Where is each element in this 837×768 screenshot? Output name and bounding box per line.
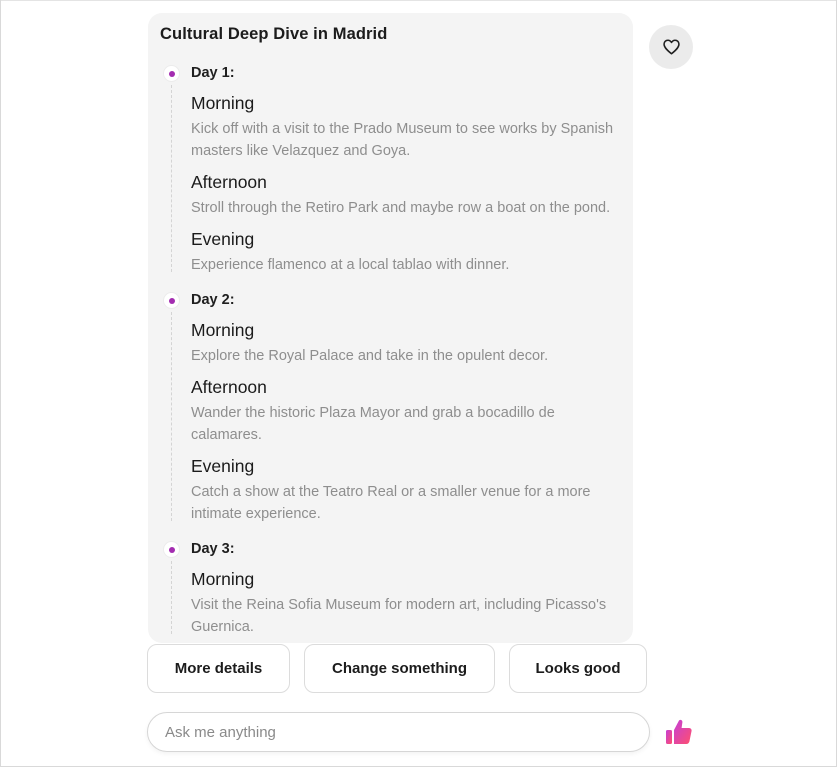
thumbs-up-button[interactable] [664,717,694,747]
timeline-dot-icon [164,293,179,308]
slot-title: Afternoon [191,377,267,397]
itinerary-card: Cultural Deep Dive in Madrid Day 1: Morn… [148,13,633,643]
favorite-button[interactable] [649,25,693,69]
thumbs-up-icon [666,719,692,744]
time-slot: Evening Experience flamenco at a local t… [191,227,621,276]
day-item: Day 1: Morning Kick off with a visit to … [148,63,633,276]
time-slot: Evening Catch a show at the Teatro Real … [191,454,621,525]
timeline-line [171,561,172,634]
slot-description: Explore the Royal Palace and take in the… [191,348,549,364]
time-slot: Morning Explore the Royal Palace and tak… [191,318,621,367]
time-slot: Morning Visit the Reina Sofia Museum for… [191,567,621,638]
day-label: Day 1: [191,65,235,81]
slot-title: Afternoon [191,172,267,192]
time-slot: Afternoon Wander the historic Plaza Mayo… [191,375,621,446]
slot-description: Visit the Reina Sofia Museum for modern … [191,597,607,635]
timeline-line [171,85,172,272]
itinerary-title: Cultural Deep Dive in Madrid [160,25,388,43]
timeline-dot-icon [164,542,179,557]
looks-good-button[interactable]: Looks good [509,644,647,693]
day-item: Day 3: Morning Visit the Reina Sofia Mus… [148,539,633,638]
timeline-line [171,312,172,521]
slot-description: Wander the historic Plaza Mayor and grab… [191,405,555,443]
slot-description: Stroll through the Retiro Park and maybe… [191,200,611,216]
timeline-dot-icon [164,66,179,81]
time-slot: Afternoon Stroll through the Retiro Park… [191,170,621,219]
slot-title: Evening [191,229,255,249]
slot-title: Morning [191,93,255,113]
day-list: Day 1: Morning Kick off with a visit to … [148,63,633,638]
day-label: Day 3: [191,541,235,557]
slot-description: Catch a show at the Teatro Real or a sma… [191,484,591,522]
more-details-button[interactable]: More details [147,644,290,693]
slot-title: Evening [191,456,255,476]
day-label: Day 2: [191,292,235,308]
slot-description: Kick off with a visit to the Prado Museu… [191,121,614,159]
slot-description: Experience flamenco at a local tablao wi… [191,257,510,273]
ask-bar [147,712,650,752]
change-something-button[interactable]: Change something [304,644,495,693]
ask-input[interactable] [165,713,635,751]
day-item: Day 2: Morning Explore the Royal Palace … [148,290,633,525]
slot-title: Morning [191,320,255,340]
time-slot: Morning Kick off with a visit to the Pra… [191,91,621,162]
heart-icon [662,39,680,55]
slot-title: Morning [191,569,255,589]
